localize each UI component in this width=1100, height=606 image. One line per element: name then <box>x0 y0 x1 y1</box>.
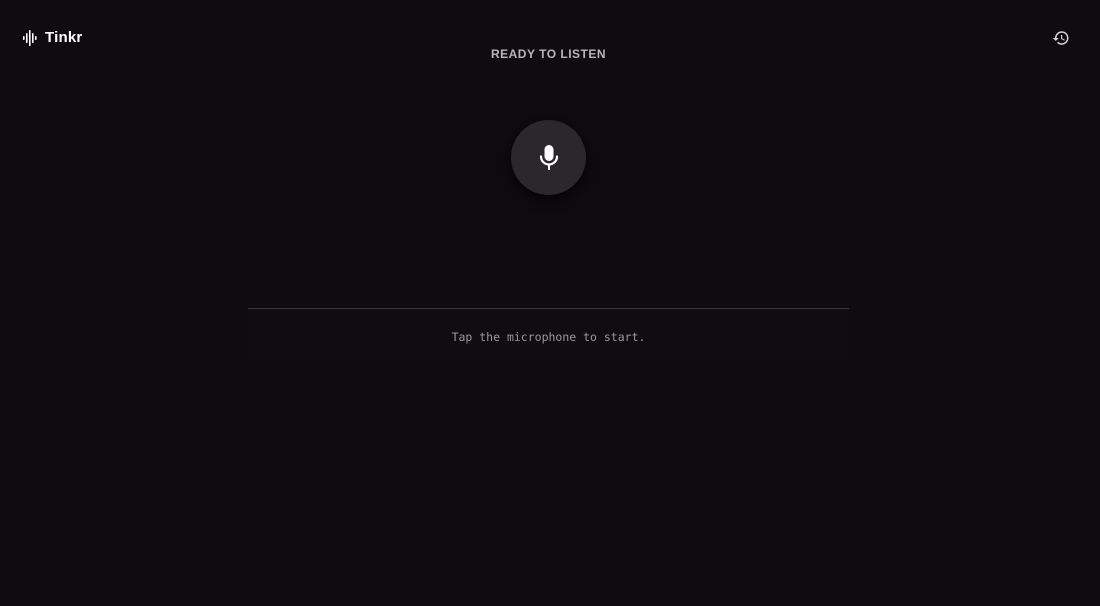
transcript-hint: Tap the microphone to start. <box>451 330 646 344</box>
transcript-panel: Tap the microphone to start. <box>248 308 849 354</box>
app-name: Tinkr <box>45 29 83 46</box>
audio-waveform-icon <box>23 30 37 46</box>
microphone-button[interactable] <box>511 120 586 195</box>
brand-logo[interactable]: Tinkr <box>23 29 82 47</box>
history-icon <box>1052 31 1069 45</box>
history-button[interactable] <box>1050 27 1072 49</box>
microphone-icon <box>539 144 558 170</box>
status-text: READY TO LISTEN <box>490 47 607 61</box>
